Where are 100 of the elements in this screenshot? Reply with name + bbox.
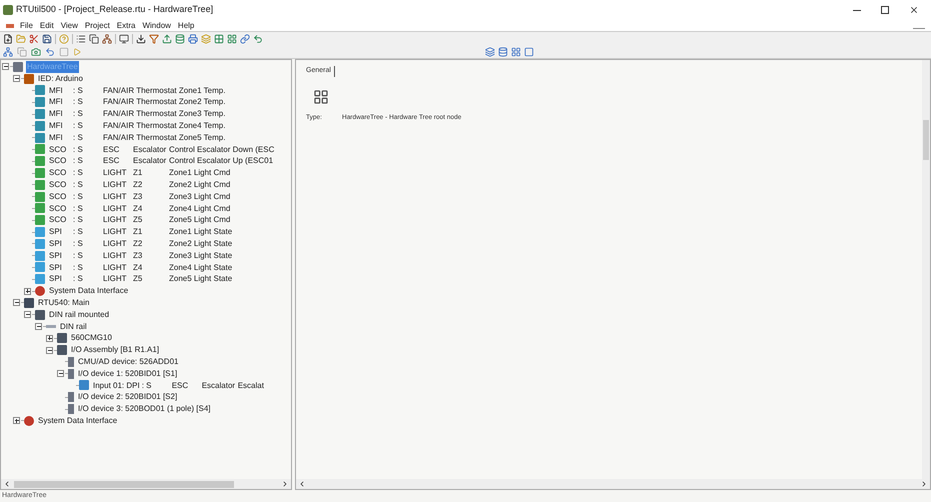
horizontal-scrollbar[interactable] (296, 479, 930, 489)
expand-toggle[interactable] (13, 417, 20, 424)
tree-item[interactable]: Input 01: DPI : S ESC Escalator Escalat (92, 380, 265, 392)
tree-item[interactable]: CMU/AD device: 526ADD01 (77, 356, 180, 368)
new-file-icon[interactable] (3, 34, 13, 44)
rail-icon (46, 324, 56, 328)
tree-item[interactable]: SPI : S LIGHT Z4 Zone4 Light State (48, 262, 234, 274)
tree-item[interactable]: SCO : S LIGHT Z2 Zone2 Light Cmd (48, 178, 232, 191)
module-icon (57, 345, 67, 356)
tree-item[interactable]: I/O device 1: 520BID01 [S1] (77, 368, 178, 380)
card-icon (68, 404, 74, 414)
tree-item[interactable]: SPI : S LIGHT Z5 Zone5 Light State (48, 273, 234, 286)
tree-item[interactable]: SCO : S LIGHT Z5 Zone5 Light Cmd (48, 214, 232, 226)
collapse-toggle[interactable] (13, 75, 20, 82)
printer-icon[interactable] (188, 34, 198, 44)
measurement-icon (35, 132, 45, 143)
command-icon (35, 215, 45, 226)
copy-icon[interactable] (89, 34, 99, 44)
filter-icon[interactable] (149, 34, 159, 44)
collapse-toggle[interactable] (13, 299, 20, 306)
tree-item[interactable]: RTU540: Main (37, 296, 90, 309)
card-icon (68, 356, 74, 367)
command-icon (35, 192, 45, 202)
collapse-toggle[interactable] (2, 63, 9, 70)
maximize-button[interactable] (881, 6, 889, 14)
tree-item[interactable]: SPI : S LIGHT Z3 Zone3 Light State (48, 250, 234, 262)
indication-icon (35, 262, 45, 272)
tree-item[interactable]: SPI : S LIGHT Z1 Zone1 Light State (48, 226, 234, 238)
collapse-toggle[interactable] (24, 311, 31, 318)
monitor-icon[interactable] (119, 34, 129, 44)
horizontal-scrollbar[interactable] (1, 479, 291, 489)
collapse-toggle[interactable] (35, 322, 42, 330)
module-icon (35, 310, 45, 320)
tree-item[interactable]: System Data Interface (37, 414, 118, 427)
network-icon[interactable] (3, 46, 13, 56)
indication-icon (35, 274, 45, 284)
upload-icon[interactable] (162, 34, 172, 44)
measurement-icon (35, 85, 45, 96)
expand-toggle[interactable] (24, 288, 31, 295)
undo-icon[interactable] (45, 46, 55, 56)
tree-item[interactable]: SCO : S LIGHT Z3 Zone3 Light Cmd (48, 190, 232, 203)
menu-item[interactable]: Edit (40, 20, 54, 32)
scroll-thumb[interactable] (14, 480, 234, 488)
menu-item[interactable]: Window (142, 20, 171, 32)
tree-item[interactable]: I/O device 3: 520BOD01 (1 pole) [S4] (77, 403, 212, 415)
measurement-icon (35, 120, 45, 131)
tree-item[interactable]: SCO : S LIGHT Z4 Zone4 Light Cmd (48, 202, 232, 214)
camera-icon[interactable] (31, 46, 41, 56)
list-icon[interactable] (76, 34, 86, 44)
tree-item[interactable]: MFI : S FAN/AIR Thermostat Zone3 Temp. (48, 108, 226, 120)
tree-item[interactable]: SCO : S ESC Escalator Control Escalator Down (ESC (48, 144, 276, 156)
expand-toggle[interactable] (46, 334, 53, 342)
close-button[interactable] (909, 5, 919, 15)
collapse-toggle[interactable] (57, 370, 64, 378)
tree-item[interactable]: IED: Arduino (37, 72, 84, 85)
download-icon[interactable] (136, 34, 146, 44)
card-icon (68, 392, 74, 402)
database-icon[interactable] (175, 34, 185, 44)
tree-item[interactable]: SCO : S ESC Escalator Control Escalator Up (ESC01 (48, 155, 274, 168)
tree-item[interactable]: MFI : S FAN/AIR Thermostat Zone5 Temp. (48, 132, 226, 144)
tree-item[interactable]: MFI : S FAN/AIR Thermostat Zone4 Temp. (48, 120, 226, 132)
layers-icon[interactable] (485, 46, 495, 56)
indication-icon (35, 238, 45, 249)
link-icon[interactable] (240, 34, 250, 44)
network-icon[interactable] (102, 34, 112, 44)
indication-icon (35, 227, 45, 238)
scissors-icon[interactable] (29, 34, 39, 44)
module-icon (57, 333, 67, 344)
save-icon[interactable] (42, 34, 52, 44)
indication-icon (35, 250, 45, 261)
tree-root-icon (313, 88, 329, 104)
layout-icon[interactable] (227, 34, 237, 44)
vertical-scrollbar[interactable] (922, 60, 930, 479)
tree-item[interactable]: I/O Assembly [B1 R1.A1] (70, 344, 160, 356)
collapse-toggle[interactable] (46, 346, 53, 354)
tree-item[interactable]: DIN rail mounted (48, 308, 110, 321)
command-icon (35, 168, 45, 178)
menu-item[interactable]: Project (84, 20, 110, 32)
scroll-thumb[interactable] (923, 120, 929, 160)
database-icon[interactable] (498, 46, 508, 56)
menu-item[interactable]: View (60, 20, 78, 32)
grid-icon[interactable] (511, 46, 521, 56)
tree-item[interactable]: SPI : S LIGHT Z2 Zone2 Light State (48, 238, 234, 250)
menu-item[interactable]: Extra (116, 20, 136, 32)
input-icon (79, 380, 89, 390)
tree-item[interactable]: MFI : S FAN/AIR Thermostat Zone2 Temp. (48, 96, 226, 108)
command-icon (35, 144, 45, 154)
tree-item[interactable]: 560CMG10 (70, 332, 113, 344)
undo-icon[interactable] (253, 34, 263, 44)
tree-item[interactable]: MFI : S FAN/AIR Thermostat Zone1 Temp. (48, 84, 226, 96)
menu-item[interactable]: Help (178, 20, 194, 32)
tree-item[interactable]: System Data Interface (48, 285, 130, 297)
menu-item[interactable]: File (20, 20, 33, 32)
window-icon[interactable] (524, 46, 534, 56)
tree-item[interactable]: SCO : S LIGHT Z1 Zone1 Light Cmd (48, 167, 232, 179)
tree-item[interactable]: DIN rail (59, 320, 88, 332)
app-logo-icon (3, 5, 13, 15)
rack-icon (24, 298, 34, 308)
grid-icon[interactable] (214, 34, 224, 44)
tree-item[interactable]: I/O device 2: 520BID01 [S2] (77, 391, 178, 404)
